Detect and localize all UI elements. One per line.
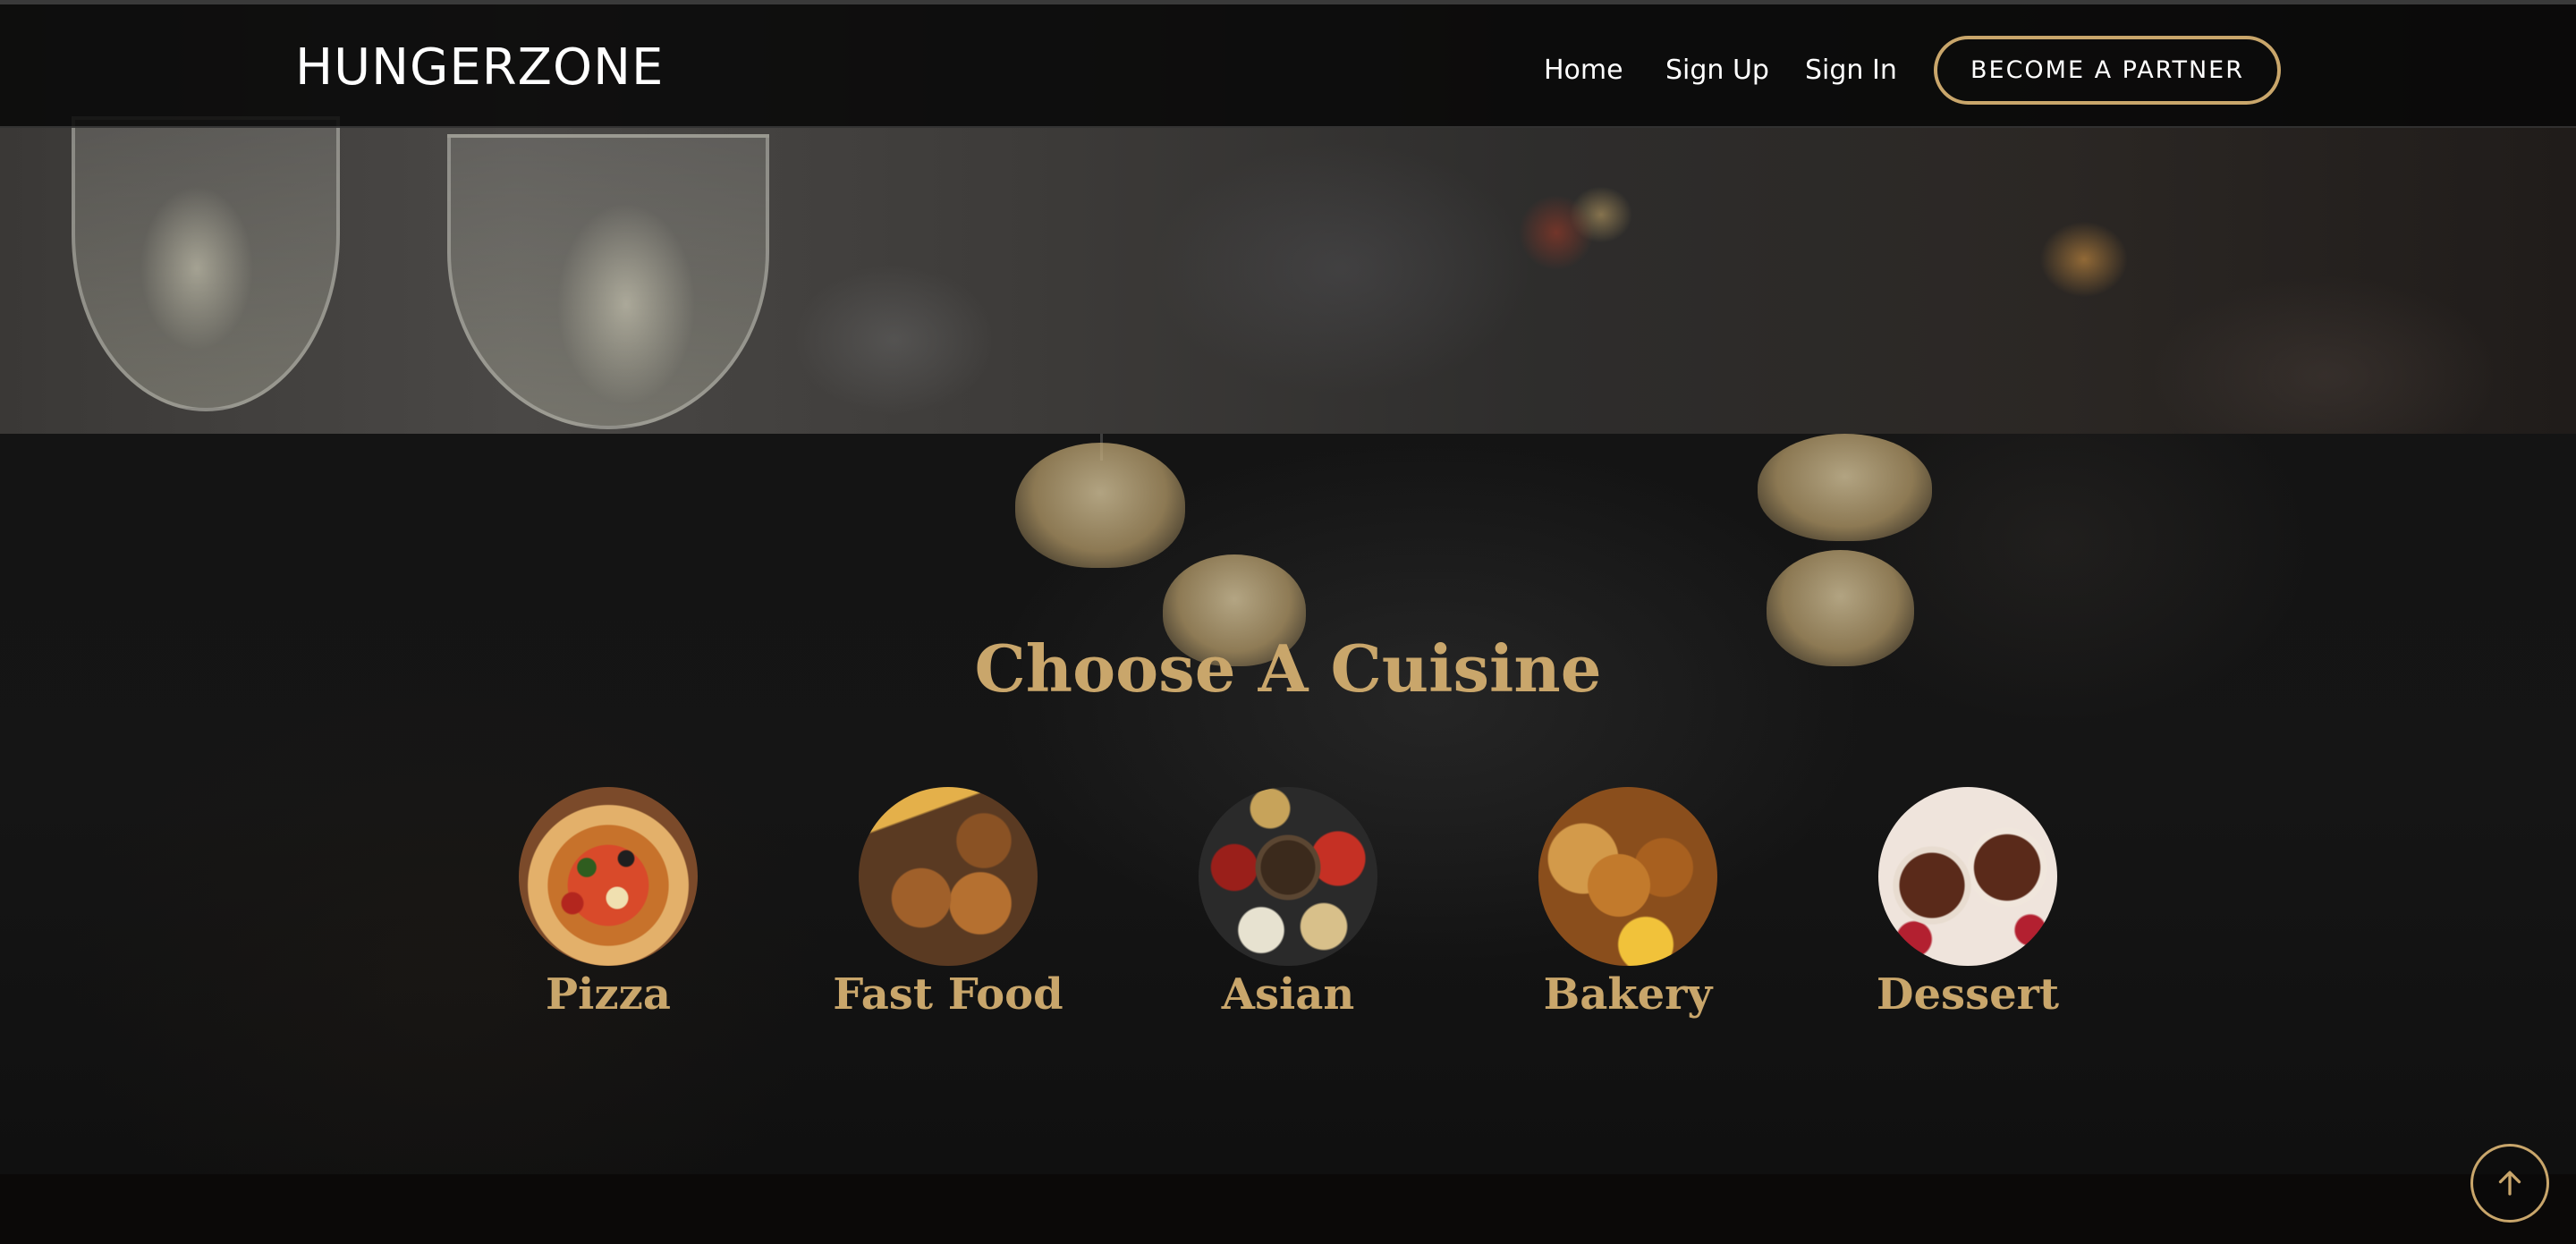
become-partner-button[interactable]: BECOME A PARTNER — [1934, 36, 2281, 105]
brand-logo[interactable]: HUNGERZONE — [295, 38, 664, 97]
cuisine-item-bakery[interactable]: Bakery — [1512, 787, 1744, 1020]
cuisine-label[interactable]: Dessert — [1852, 969, 2084, 1020]
pizza-image[interactable] — [519, 787, 698, 966]
nav-link-sign-up[interactable]: Sign Up — [1665, 55, 1769, 86]
back-to-top-button[interactable] — [2470, 1144, 2549, 1223]
cuisine-item-dessert[interactable]: Dessert — [1852, 787, 2084, 1020]
pendant-lamp — [1758, 434, 1932, 541]
section-title: Choose A Cuisine — [974, 630, 1602, 707]
pendant-lamp — [1015, 443, 1185, 568]
nav-link-home[interactable]: Home — [1544, 55, 1623, 86]
cuisine-item-pizza[interactable]: Pizza — [492, 787, 724, 1020]
nav-link-sign-in[interactable]: Sign In — [1805, 55, 1897, 86]
fast-food-image[interactable] — [859, 787, 1038, 966]
cuisine-label[interactable]: Asian — [1172, 969, 1404, 1020]
cuisine-section: Choose A Cuisine Pizza Fast Food Asian B… — [0, 434, 2576, 1174]
cuisine-item-asian[interactable]: Asian — [1172, 787, 1404, 1020]
asian-image[interactable] — [1199, 787, 1377, 966]
dessert-image[interactable] — [1878, 787, 2057, 966]
bakery-image[interactable] — [1538, 787, 1717, 966]
cuisine-item-fast-food[interactable]: Fast Food — [832, 787, 1064, 1020]
cuisine-label[interactable]: Bakery — [1512, 969, 1744, 1020]
champagne-glass-right — [447, 134, 769, 429]
cuisine-label[interactable]: Fast Food — [832, 969, 1064, 1020]
navbar: HUNGERZONE Home Sign Up Sign In BECOME A… — [0, 0, 2576, 128]
footer — [0, 1174, 2576, 1244]
arrow-up-icon — [2498, 1171, 2521, 1196]
champagne-glass-left — [72, 116, 340, 411]
cuisine-label[interactable]: Pizza — [492, 969, 724, 1020]
